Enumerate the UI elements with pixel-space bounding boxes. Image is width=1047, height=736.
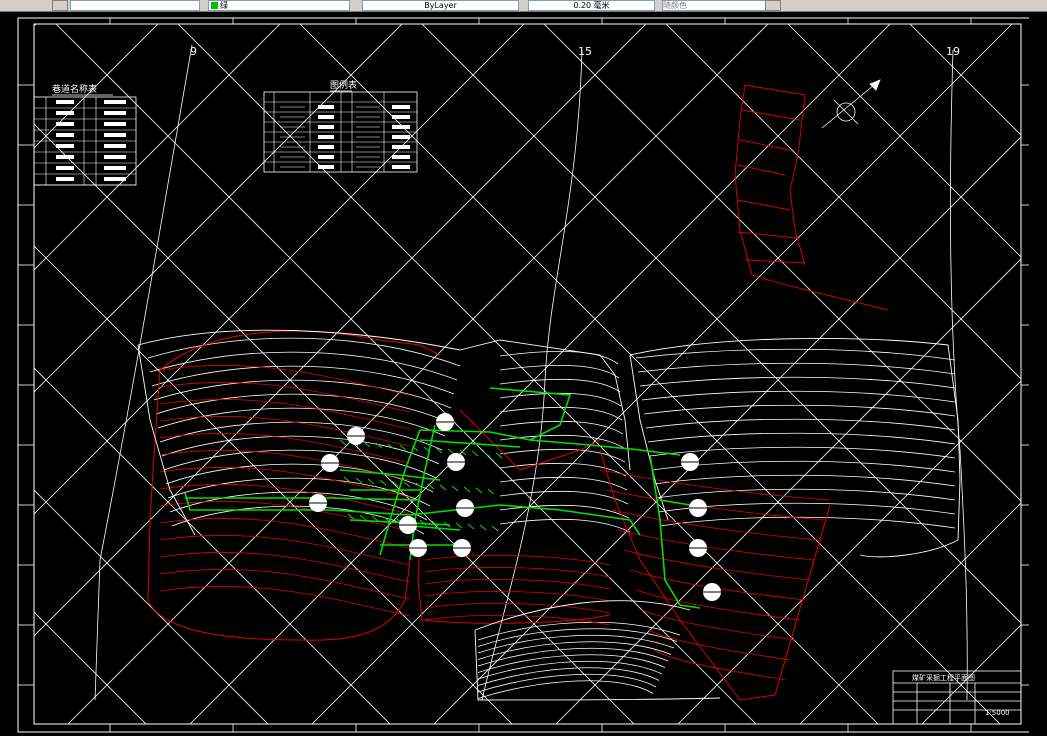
legend-left-title: 巷道名称表 — [52, 83, 97, 95]
title-block-scale: 1:5000 — [985, 709, 1010, 717]
color-swatch-icon — [211, 2, 218, 9]
layer-dropdown-arrow[interactable] — [52, 0, 68, 11]
drawing-canvas[interactable]: 9 15 19 巷道名称表 图例表 煤矿采掘工程平面图 1:5000 — [0, 12, 1029, 736]
linetype-combo[interactable]: ByLayer — [362, 0, 519, 11]
plotstyle-combo[interactable]: 随颜色 — [662, 0, 779, 11]
color-value: 绿 — [220, 1, 228, 10]
legend-center-title: 图例表 — [330, 79, 357, 91]
lineweight-combo[interactable]: 0.20 毫米 — [528, 0, 655, 11]
grid-label-19: 19 — [946, 45, 960, 58]
vertical-scrollbar[interactable] — [1029, 12, 1047, 736]
grid-label-15: 15 — [578, 45, 592, 58]
grid-label-9: 9 — [190, 45, 197, 58]
linetype-value: ByLayer — [424, 1, 457, 10]
plotstyle-value: 随颜色 — [663, 1, 687, 10]
plotstyle-dropdown-arrow[interactable] — [765, 0, 781, 11]
title-block-heading: 煤矿采掘工程平面图 — [912, 673, 975, 682]
properties-toolbar: 绿 ByLayer 0.20 毫米 随颜色 — [0, 0, 1047, 12]
color-combo[interactable]: 绿 — [208, 0, 350, 11]
layer-combo[interactable] — [70, 0, 200, 11]
lineweight-value: 0.20 毫米 — [573, 1, 610, 10]
